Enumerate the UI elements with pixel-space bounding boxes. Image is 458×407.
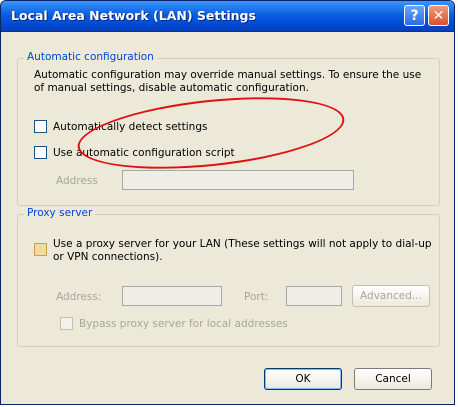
auto-config-script-checkbox[interactable] xyxy=(34,146,47,159)
script-address-label: Address xyxy=(56,175,98,187)
detect-settings-checkbox[interactable] xyxy=(34,120,47,133)
use-proxy-row[interactable]: Use a proxy server for your LAN (These s… xyxy=(34,238,434,264)
use-proxy-checkbox[interactable] xyxy=(34,243,47,256)
help-icon: ? xyxy=(410,8,419,24)
bypass-local-label[interactable]: Bypass proxy server for local addresses xyxy=(79,318,288,330)
proxy-server-group: Proxy server Use a proxy server for your… xyxy=(17,207,440,347)
close-button[interactable]: ✕ xyxy=(428,5,449,26)
proxy-address-field[interactable] xyxy=(122,286,222,306)
automatic-configuration-description: Automatic configuration may override man… xyxy=(34,69,422,94)
help-button[interactable]: ? xyxy=(404,5,425,26)
proxy-port-label: Port: xyxy=(244,291,269,303)
advanced-button[interactable]: Advanced... xyxy=(352,285,430,307)
proxy-address-label: Address: xyxy=(56,291,102,303)
lan-settings-dialog: Local Area Network (LAN) Settings ? ✕ Au… xyxy=(0,0,455,405)
dialog-title: Local Area Network (LAN) Settings xyxy=(11,8,256,23)
close-icon: ✕ xyxy=(432,8,445,24)
title-bar[interactable]: Local Area Network (LAN) Settings ? ✕ xyxy=(1,1,454,32)
proxy-port-field[interactable] xyxy=(286,286,342,306)
bypass-local-row[interactable]: Bypass proxy server for local addresses xyxy=(60,317,288,330)
cancel-button[interactable]: Cancel xyxy=(354,368,432,390)
use-proxy-label[interactable]: Use a proxy server for your LAN (These s… xyxy=(53,238,434,264)
script-address-field[interactable] xyxy=(122,170,354,190)
proxy-server-legend: Proxy server xyxy=(24,207,96,219)
bypass-local-checkbox[interactable] xyxy=(60,317,73,330)
automatic-configuration-legend: Automatic configuration xyxy=(24,51,157,63)
ok-button[interactable]: OK xyxy=(264,368,342,390)
